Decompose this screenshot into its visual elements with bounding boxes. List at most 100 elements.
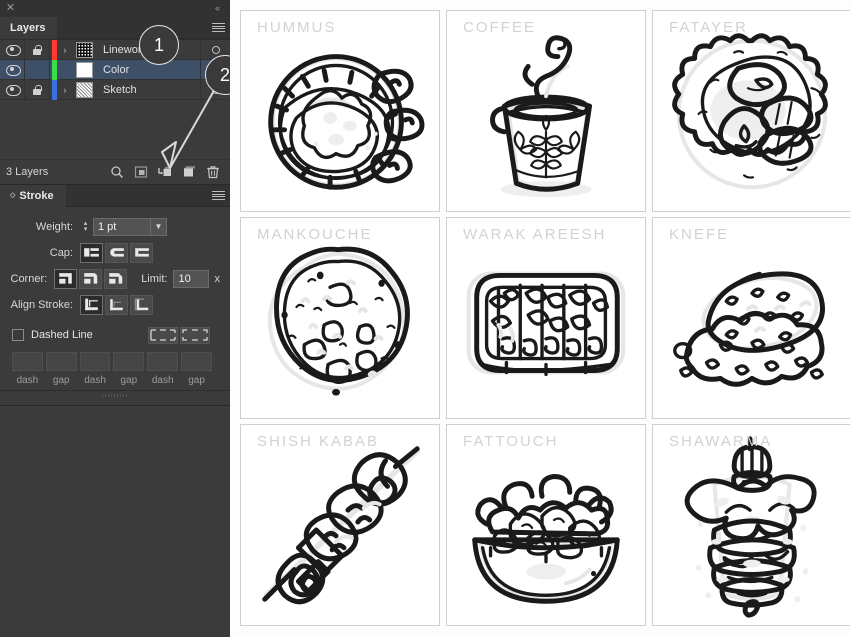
dash-input-2[interactable] (79, 352, 111, 371)
dash-input-3[interactable] (147, 352, 179, 371)
dashed-line-row: Dashed Line (4, 324, 220, 346)
make-clipping-mask-icon[interactable] (134, 165, 148, 179)
stroke-tab-label: Stroke (19, 190, 54, 202)
stroke-cap-label: Cap: (49, 246, 73, 259)
chevron-down-icon[interactable]: ▼ (151, 217, 167, 236)
shish-kabab-skewer-illustration (262, 446, 421, 605)
stroke-weight-label: Weight: (35, 220, 73, 233)
layers-tab-label: Layers (10, 22, 46, 34)
layer-visibility-toggle-linework[interactable] (0, 39, 25, 60)
panel-resize-handle[interactable] (0, 390, 230, 399)
stroke-cap-row: Cap: (4, 241, 220, 264)
align-stroke-outside-icon[interactable] (130, 294, 153, 315)
table-row[interactable]: › Sketch (0, 79, 230, 100)
layer-visibility-toggle-color[interactable] (0, 59, 25, 80)
gap-input-3[interactable] (181, 352, 212, 371)
gap-caption-1: gap (52, 375, 70, 386)
dash-caption-2: dash (84, 375, 106, 386)
projecting-cap-icon[interactable] (130, 242, 153, 263)
layer-thumbnail-linework (73, 40, 95, 60)
shawarma-spit-illustration (684, 436, 817, 618)
stroke-panel: ◇ Stroke Weight: ▴ ▾ 1 pt ▼ Cap: Corner:… (0, 185, 230, 406)
delete-selection-icon[interactable] (206, 165, 220, 179)
layer-lock-toggle-linework[interactable] (25, 39, 50, 60)
layer-expand-toggle-sketch[interactable]: › (57, 80, 73, 100)
stroke-panel-body: Weight: ▴ ▾ 1 pt ▼ Cap: Corner: Limit: 1… (0, 207, 230, 390)
eye-icon (5, 85, 21, 96)
round-join-icon[interactable] (79, 268, 103, 289)
create-new-layer-icon[interactable] (182, 165, 196, 179)
artboard-fatayer[interactable]: FATAYER (652, 10, 850, 212)
tab-stroke[interactable]: ◇ Stroke (0, 185, 66, 207)
layer-lock-toggle-color[interactable] (25, 59, 50, 80)
gap-input-2[interactable] (113, 352, 145, 371)
eye-icon (5, 45, 21, 56)
locate-object-icon[interactable] (110, 165, 124, 179)
artboard-canvas[interactable]: HUMMUS COFFEE FATAYER MANKOUCHE WARAK AR… (230, 0, 850, 637)
dash-input-1[interactable] (12, 352, 43, 371)
layer-count-label: 3 Layers (6, 165, 49, 178)
dock-topbar: ✕ « (0, 0, 230, 17)
layer-thumbnail-sketch (73, 80, 95, 100)
dashes-adjust-to-corners-icon[interactable] (180, 326, 210, 344)
stroke-panel-menu-icon[interactable] (212, 190, 225, 201)
round-cap-icon[interactable] (105, 242, 128, 263)
layer-expand-toggle-linework[interactable]: › (57, 40, 73, 60)
layer-name-color[interactable]: Color (95, 64, 200, 76)
layers-list: › Linework Color › Sketch (0, 39, 230, 160)
layer-lock-toggle-sketch[interactable] (25, 79, 50, 100)
stroke-corner-label: Corner: (10, 272, 48, 285)
bevel-join-icon[interactable] (104, 268, 128, 289)
stroke-limit-unit: x (214, 272, 221, 285)
butt-cap-icon[interactable] (80, 242, 103, 263)
illustrator-window: ✕ « Layers › Linework Color › Sketch 3 L… (0, 0, 850, 637)
layer-thumbnail-color (73, 60, 95, 80)
dashed-line-checkbox[interactable] (12, 329, 24, 341)
dashed-line-label: Dashed Line (31, 329, 93, 341)
close-icon[interactable]: ✕ (4, 2, 17, 15)
artboard-shawarma[interactable]: SHAWARMA (652, 424, 850, 626)
create-new-sublayer-icon[interactable] (158, 165, 172, 179)
stroke-limit-label: Limit: (141, 272, 168, 285)
table-row[interactable]: Color (0, 59, 230, 80)
callout-badge-1: 1 (139, 25, 179, 65)
tab-layers[interactable]: Layers (0, 17, 58, 39)
layers-panel-menu-icon[interactable] (212, 22, 225, 33)
layer-name-sketch[interactable]: Sketch (95, 84, 200, 96)
fattouch-salad-bowl-illustration (472, 474, 620, 604)
layer-visibility-toggle-sketch[interactable] (0, 79, 25, 100)
align-stroke-row: Align Stroke: (4, 293, 220, 316)
gap-input-1[interactable] (45, 352, 77, 371)
stroke-weight-row: Weight: ▴ ▾ 1 pt ▼ (4, 215, 220, 238)
stroke-limit-input[interactable]: 10 (173, 269, 209, 288)
stroke-corner-row: Corner: Limit: 10 x (4, 267, 220, 290)
artboard-fattouch[interactable]: FATTOUCH (446, 424, 646, 626)
artboard-hummus[interactable]: HUMMUS (240, 10, 440, 212)
coffee-cup-illustration (490, 35, 593, 198)
gap-caption-2: gap (120, 375, 138, 386)
artboard-knefe[interactable]: KNEFE (652, 217, 850, 419)
weight-stepper[interactable]: ▴ ▾ (80, 220, 91, 233)
hummus-plate-illustration (268, 54, 425, 190)
chevron-double-icon: ◇ (10, 192, 16, 199)
align-stroke-inside-icon[interactable] (105, 294, 128, 315)
miter-join-icon[interactable] (54, 268, 78, 289)
collapse-panel-icon[interactable]: « (210, 2, 224, 15)
stuffed-grape-leaves-illustration (466, 271, 626, 377)
layers-list-empty-area (0, 100, 230, 160)
layer-expand-toggle-color[interactable] (57, 60, 73, 80)
gap-caption-3: gap (188, 375, 205, 386)
knefe-dessert-illustration (673, 271, 825, 387)
stroke-weight-input[interactable]: 1 pt (93, 217, 151, 236)
layers-panel: Layers › Linework Color › Sketch 3 Layer… (0, 17, 230, 185)
dashes-preserve-exact-lengths-icon[interactable] (148, 326, 178, 344)
align-stroke-center-icon[interactable] (80, 294, 103, 315)
dash-caption-3: dash (151, 375, 174, 386)
table-row[interactable]: › Linework (0, 39, 230, 60)
artboard-shish-kabab[interactable]: SHISH KABAB (240, 424, 440, 626)
layers-footer: 3 Layers (0, 159, 230, 183)
artboard-coffee[interactable]: COFFEE (446, 10, 646, 212)
artboard-warak-areesh[interactable]: WARAK AREESH (446, 217, 646, 419)
lock-icon (33, 44, 42, 55)
artboard-mankouche[interactable]: MANKOUCHE (240, 217, 440, 419)
